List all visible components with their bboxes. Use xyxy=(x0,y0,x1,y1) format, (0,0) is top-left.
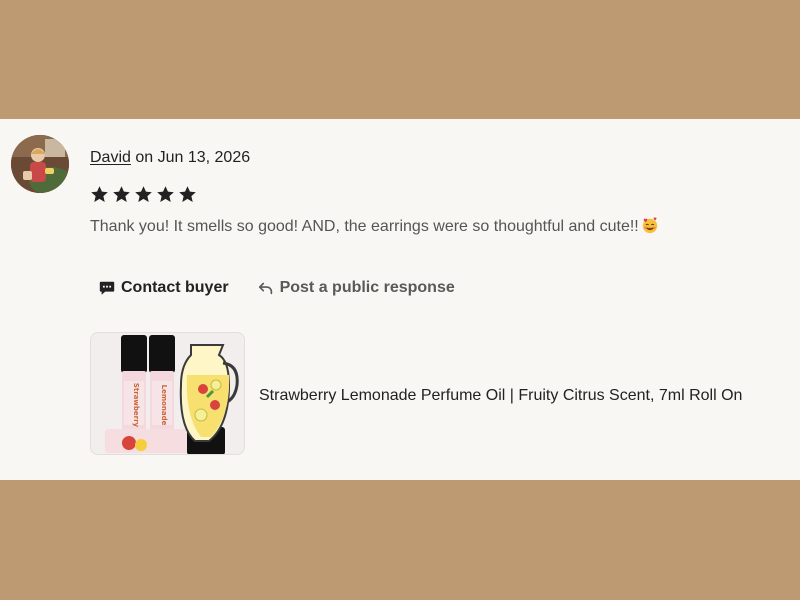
product-title-link[interactable]: Strawberry Lemonade Perfume Oil | Fruity… xyxy=(259,387,742,405)
svg-text:Lemonade: Lemonade xyxy=(160,385,168,426)
avatar-photo xyxy=(11,135,69,193)
star-icon xyxy=(112,185,131,204)
review-text: Thank you! It smells so good! AND, the e… xyxy=(90,218,639,235)
review-card: David on Jun 13, 2026 Thank you! It smel… xyxy=(0,119,800,480)
review-text-line: Thank you! It smells so good! AND, the e… xyxy=(90,216,659,236)
product-thumbnail[interactable]: Strawberry Lemonade xyxy=(90,332,245,455)
reviewer-name-link[interactable]: David xyxy=(90,149,131,166)
bottom-background-band xyxy=(0,480,800,600)
reviewer-line: David on Jun 13, 2026 xyxy=(90,149,250,167)
svg-text:Strawberry: Strawberry xyxy=(132,383,140,428)
message-icon xyxy=(98,279,116,297)
star-icon xyxy=(156,185,175,204)
perfume-roller-image: Strawberry Lemonade xyxy=(91,333,244,454)
star-rating xyxy=(90,185,197,204)
reply-arrow-icon xyxy=(257,279,275,297)
contact-buyer-label: Contact buyer xyxy=(121,279,229,296)
smiling-face-with-hearts-icon xyxy=(641,216,659,234)
avatar[interactable] xyxy=(11,135,69,193)
star-icon xyxy=(134,185,153,204)
post-public-response-label: Post a public response xyxy=(279,279,455,296)
star-icon xyxy=(90,185,109,204)
review-actions: Contact buyer Post a public response xyxy=(98,279,455,297)
top-background-band xyxy=(0,0,800,119)
star-icon xyxy=(178,185,197,204)
post-public-response-button[interactable]: Post a public response xyxy=(257,279,455,297)
contact-buyer-button[interactable]: Contact buyer xyxy=(98,279,229,297)
review-date: on Jun 13, 2026 xyxy=(135,149,251,166)
